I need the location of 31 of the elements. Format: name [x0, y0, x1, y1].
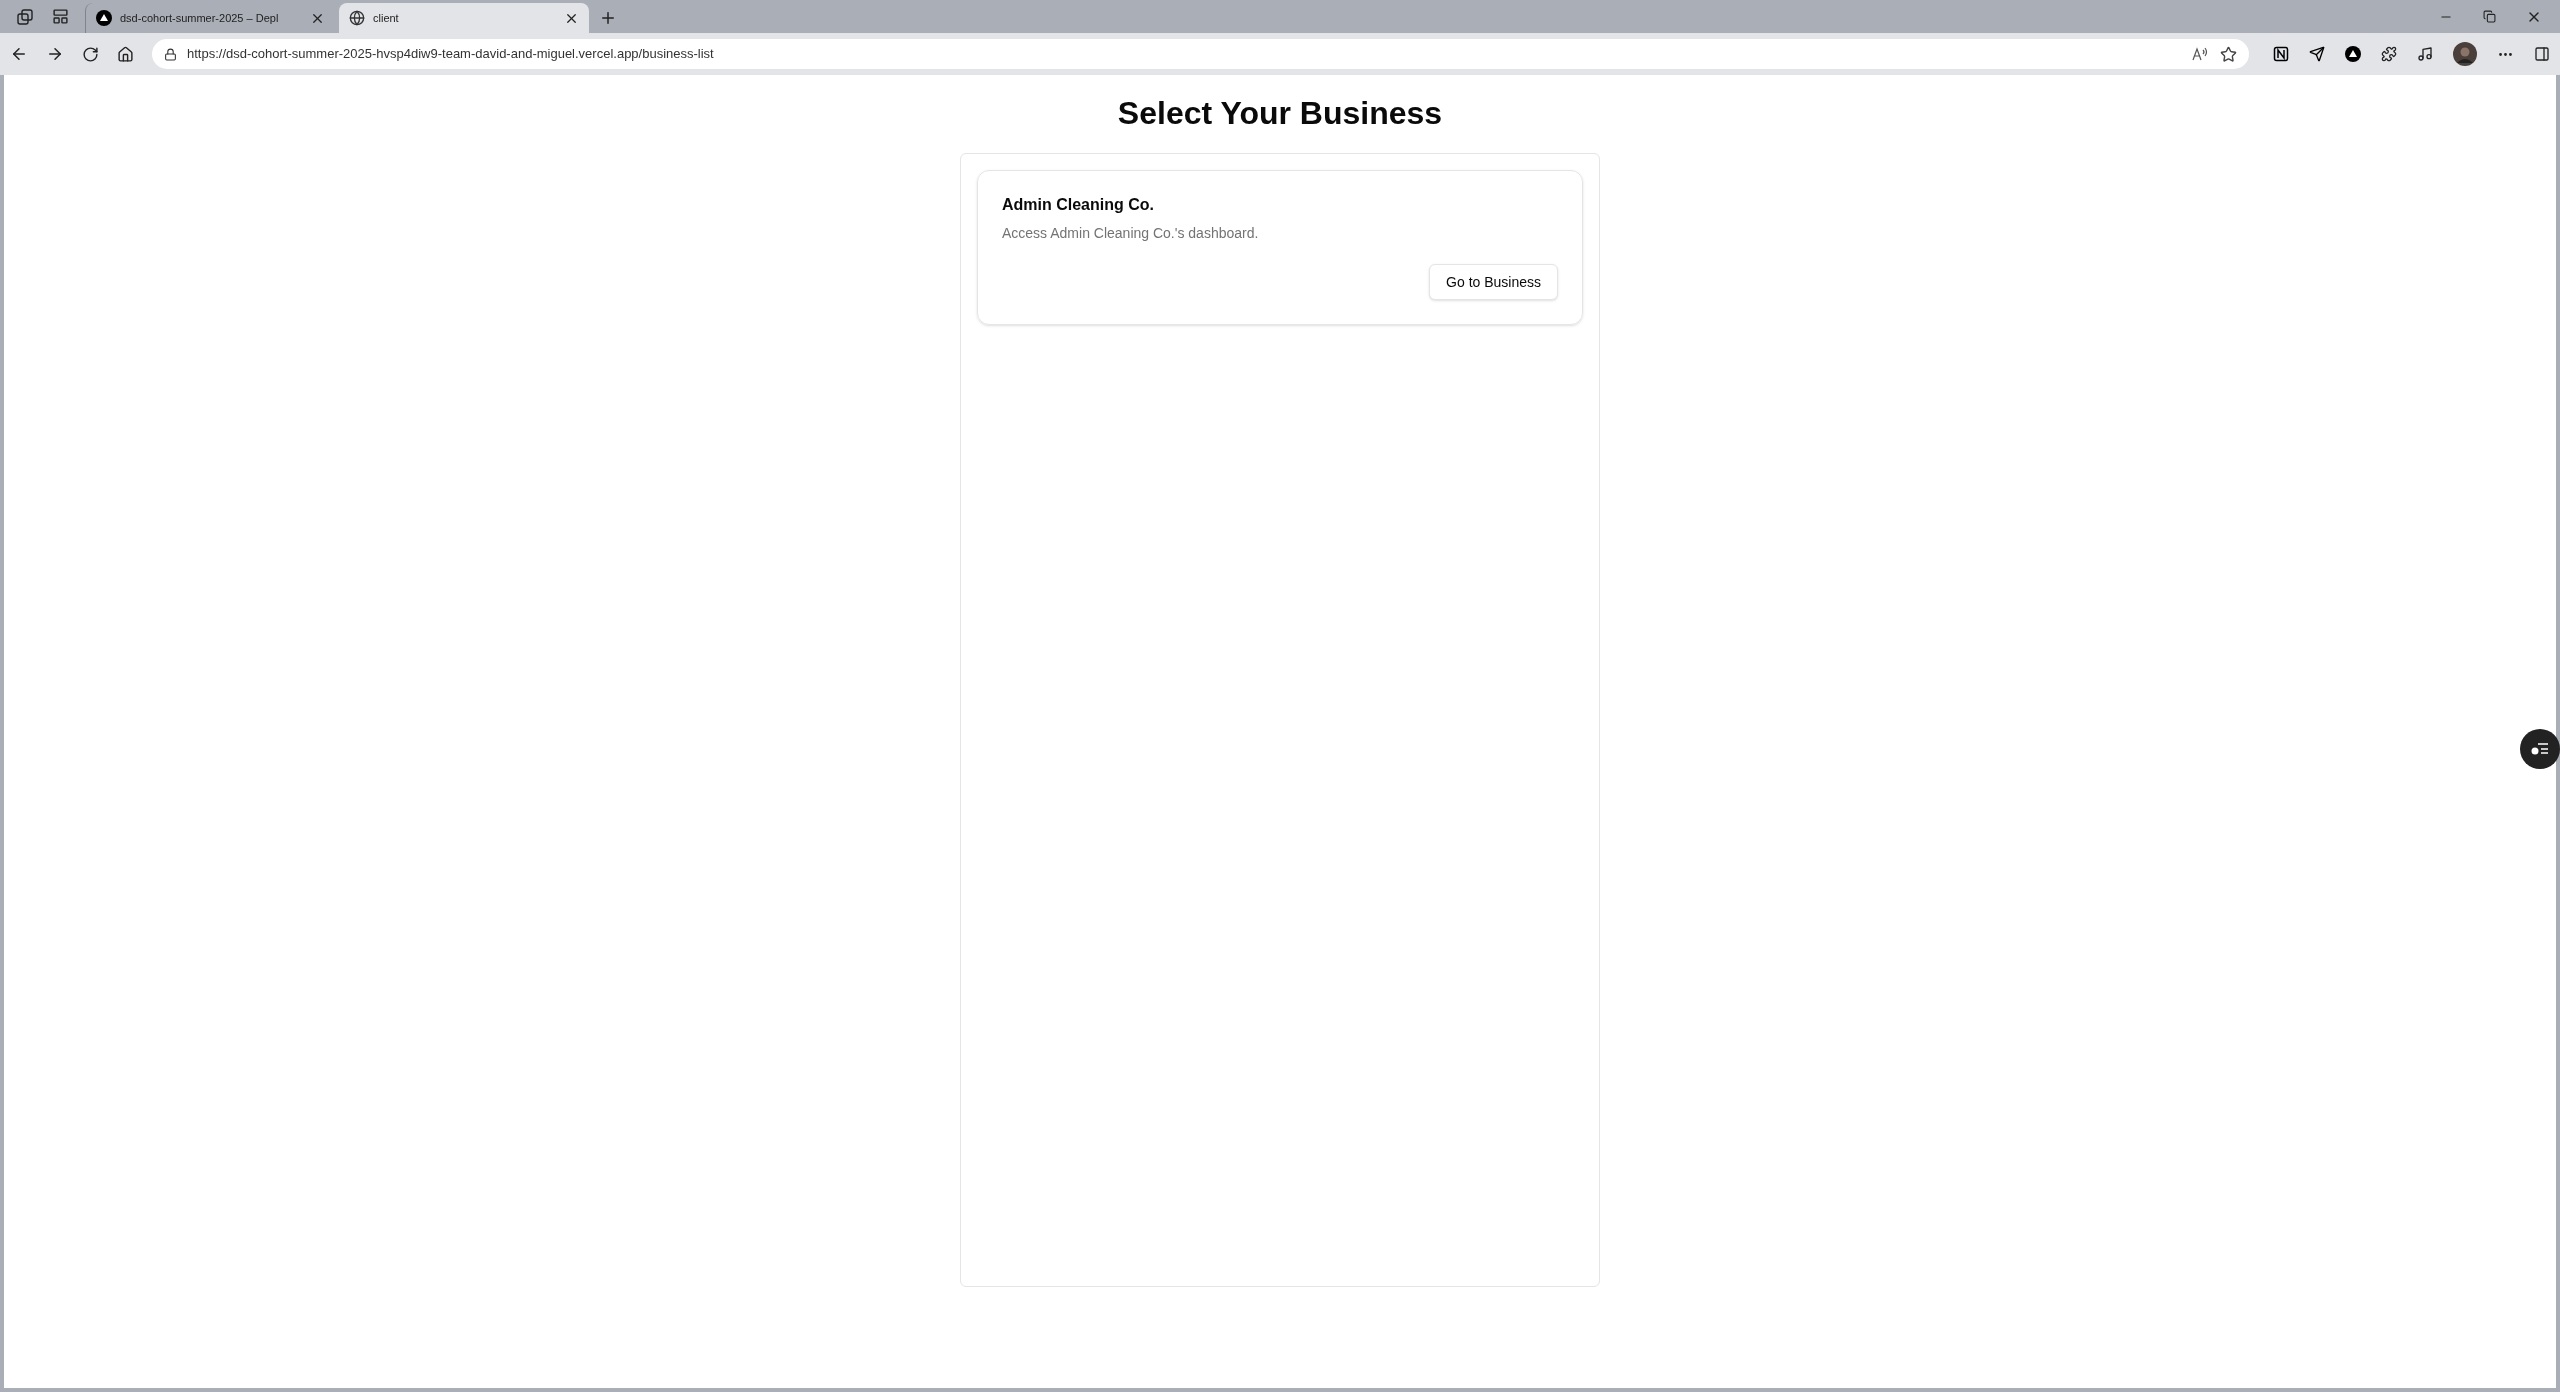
restore-icon[interactable] — [2483, 10, 2496, 23]
triangle-extension-icon[interactable] — [2345, 46, 2361, 62]
notes-extension-icon[interactable] — [2273, 46, 2289, 62]
extensions-icon[interactable] — [2381, 46, 2397, 62]
sidebar-icon[interactable] — [2534, 46, 2550, 62]
list-icon — [2530, 741, 2550, 757]
tab-title: client — [373, 10, 400, 26]
reload-icon[interactable] — [82, 45, 99, 63]
tab-actions-icon[interactable] — [52, 8, 69, 25]
business-name: Admin Cleaning Co. — [1002, 195, 1155, 215]
page-title: Select Your Business — [1117, 94, 1443, 133]
workspaces-icon[interactable] — [16, 7, 34, 26]
new-tab-icon[interactable] — [599, 9, 617, 27]
globe-icon — [349, 10, 365, 26]
favorite-star-icon[interactable] — [2220, 45, 2237, 63]
profile-avatar[interactable] — [2453, 42, 2477, 66]
url-text: https://dsd-cohort-summer-2025-hvsp4diw9-team-david-and-miguel.vercel.app/business-list — [187, 45, 715, 64]
address-bar[interactable]: https://dsd-cohort-summer-2025-hvsp4diw9-team-david-and-miguel.vercel.app/business-list — [152, 39, 2249, 69]
forward-icon[interactable] — [46, 45, 64, 63]
home-icon[interactable] — [117, 45, 134, 63]
tab-title: dsd-cohort-summer-2025 – Depl — [120, 10, 280, 26]
back-icon[interactable] — [10, 45, 28, 63]
business-description: Access Admin Cleaning Co.'s dashboard. — [1002, 224, 1260, 243]
floating-action-button[interactable] — [2520, 729, 2560, 769]
read-aloud-icon[interactable] — [2192, 46, 2210, 62]
go-to-business-button[interactable]: Go to Business — [1429, 264, 1558, 300]
paper-plane-icon[interactable] — [2309, 46, 2325, 62]
browser-tab[interactable]: client — [339, 3, 589, 33]
triangle-logo-icon — [96, 10, 112, 26]
lock-icon — [164, 47, 177, 61]
media-icon[interactable] — [2417, 46, 2433, 62]
